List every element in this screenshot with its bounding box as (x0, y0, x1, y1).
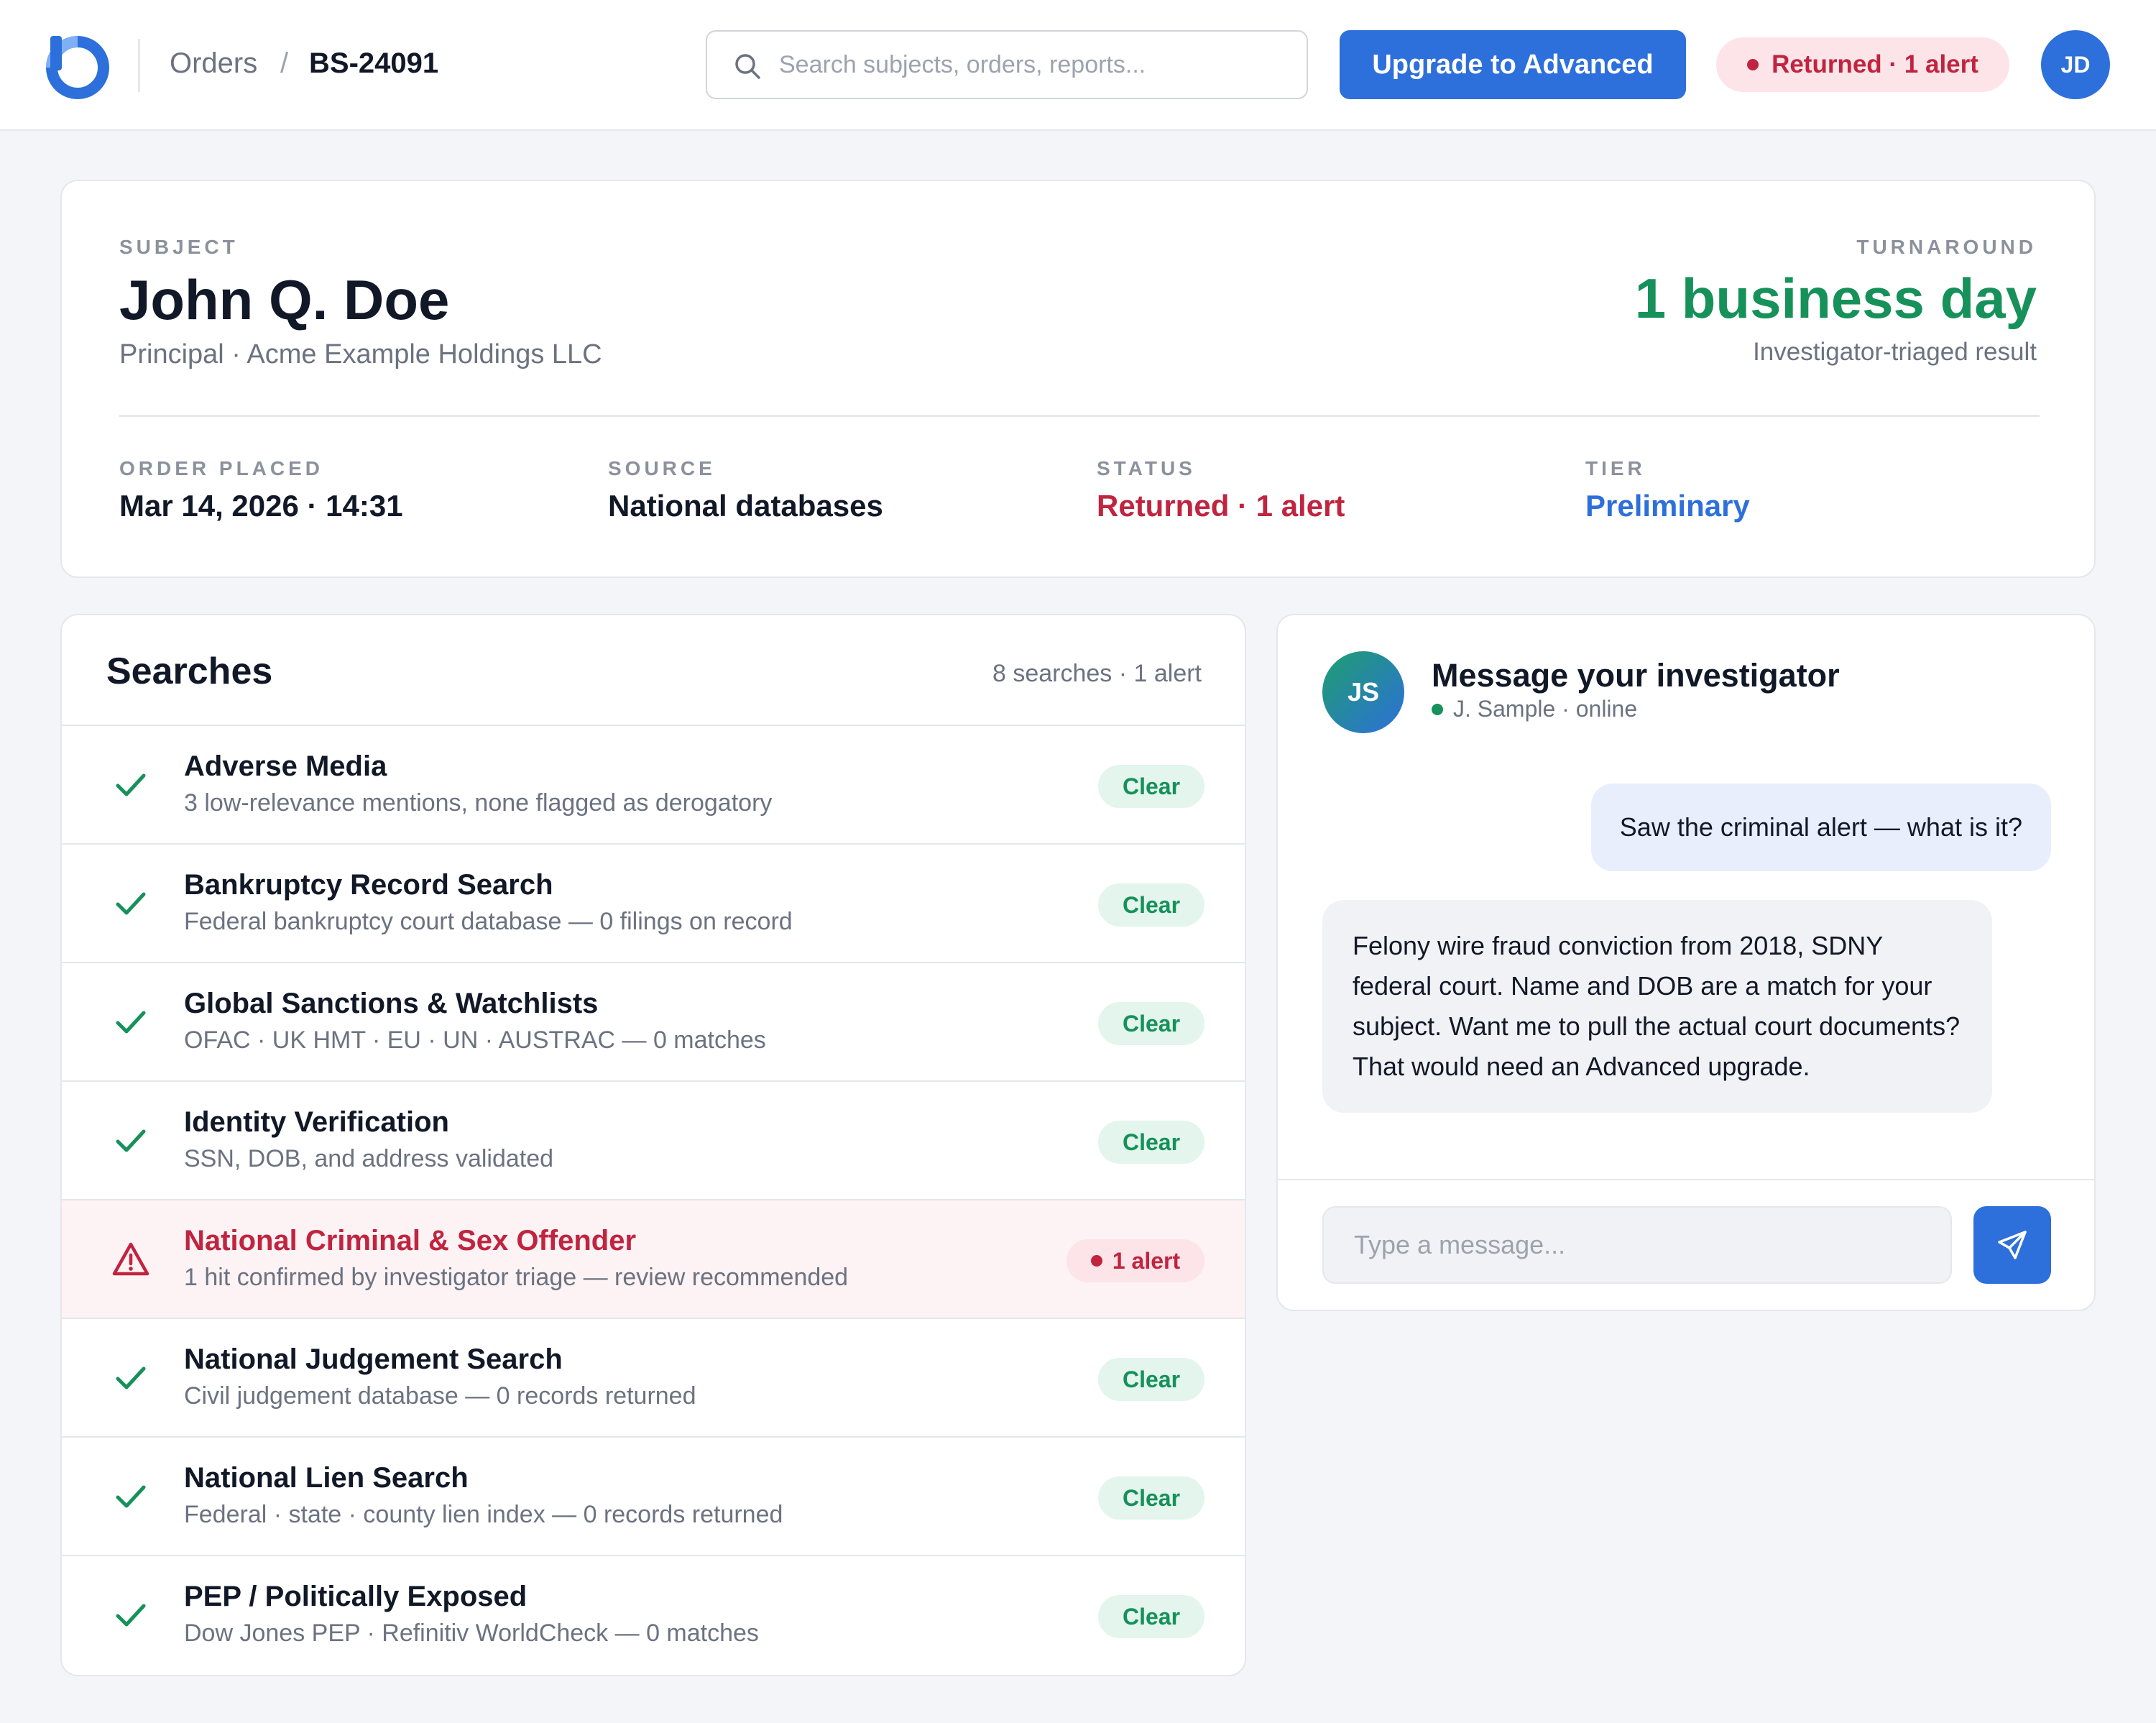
send-icon (1998, 1231, 2027, 1259)
search-row-detail: Dow Jones PEP · Refinitiv WorldCheck — 0… (184, 1619, 759, 1647)
composer-divider (1278, 1179, 2094, 1180)
search-row-detail: Federal bankruptcy court database — 0 fi… (184, 908, 793, 935)
search-row-detail: Federal · state · county lien index — 0 … (184, 1501, 783, 1528)
search-row-detail: 1 hit confirmed by investigator triage —… (184, 1264, 849, 1291)
summary-divider (119, 415, 2040, 417)
investigator-presence: J. Sample · online (1432, 696, 1637, 722)
alert-dot-icon (1747, 59, 1759, 70)
search-row-sanctions[interactable]: Global Sanctions & Watchlists OFAC · UK … (62, 962, 1245, 1080)
search-row-detail: SSN, DOB, and address validated (184, 1145, 554, 1172)
search-row-title: Identity Verification (184, 1106, 449, 1138)
search-row-title: Global Sanctions & Watchlists (184, 988, 599, 1019)
header-divider (138, 39, 140, 92)
subject-summary-card: SUBJECT John Q. Doe Principal · Acme Exa… (60, 180, 2096, 578)
tier-value[interactable]: Preliminary (1585, 489, 1750, 523)
source-value: National databases (608, 489, 883, 523)
search-row-criminal[interactable]: National Criminal & Sex Offender 1 hit c… (62, 1199, 1245, 1318)
turnaround-eyebrow: TURNAROUND (1856, 236, 2037, 258)
source-label: SOURCE (608, 457, 716, 479)
turnaround-subtext: Investigator-triaged result (1753, 338, 2037, 366)
user-message-bubble: Saw the criminal alert — what is it? (1590, 784, 2051, 871)
send-button[interactable] (1973, 1206, 2051, 1284)
checkmark-icon (116, 1129, 146, 1152)
search-row-detail: 3 low-relevance mentions, none flagged a… (184, 789, 773, 817)
status-badge: Clear (1098, 1476, 1204, 1520)
search-row-detail: OFAC · UK HMT · EU · UN · AUSTRAC — 0 ma… (184, 1026, 766, 1054)
investigator-chat-card: JS Message your investigator J. Sample ·… (1276, 614, 2096, 1311)
subject-eyebrow: SUBJECT (119, 236, 239, 258)
search-row-bankruptcy[interactable]: Bankruptcy Record Search Federal bankrup… (62, 843, 1245, 962)
top-bar: Orders / BS-24091 Upgrade to Advanced Re… (0, 0, 2156, 131)
status-value: Returned · 1 alert (1097, 489, 1345, 523)
status-badge: Clear (1098, 1595, 1204, 1638)
search-row-title: National Judgement Search (184, 1343, 563, 1375)
search-row-adverse-media[interactable]: Adverse Media 3 low-relevance mentions, … (62, 725, 1245, 843)
checkmark-icon (116, 892, 146, 915)
search-row-title: Bankruptcy Record Search (184, 869, 553, 901)
user-avatar[interactable]: JD (2041, 30, 2110, 99)
checkmark-icon (116, 773, 146, 796)
app-logo[interactable] (46, 36, 109, 99)
order-status-badge[interactable]: Returned · 1 alert (1716, 37, 2009, 92)
status-label: STATUS (1097, 457, 1196, 479)
checkmark-icon (116, 1366, 146, 1389)
subject-name: John Q. Doe (119, 268, 450, 331)
investigator-avatar: JS (1322, 651, 1404, 733)
status-badge: Clear (1098, 1358, 1204, 1401)
order-placed-value: Mar 14, 2026 · 14:31 (119, 489, 403, 523)
warning-triangle-icon (112, 1242, 149, 1276)
search-row-identity[interactable]: Identity Verification SSN, DOB, and addr… (62, 1080, 1245, 1199)
search-row-title: National Criminal & Sex Offender (184, 1225, 637, 1256)
search-icon (735, 54, 760, 79)
checkmark-icon (116, 1604, 146, 1627)
searches-card: Searches 8 searches · 1 alert Adverse Me… (60, 614, 1246, 1676)
breadcrumb-order-id: BS-24091 (309, 47, 439, 79)
search-row-judgement[interactable]: National Judgement Search Civil judgemen… (62, 1318, 1245, 1436)
search-row-title: National Lien Search (184, 1462, 469, 1494)
search-row-pep[interactable]: PEP / Politically Exposed Dow Jones PEP … (62, 1555, 1245, 1673)
order-status-label: Returned · 1 alert (1772, 50, 1978, 78)
upgrade-to-advanced-button[interactable]: Upgrade to Advanced (1340, 30, 1686, 99)
search-row-lien[interactable]: National Lien Search Federal · state · c… (62, 1436, 1245, 1555)
status-badge: Clear (1098, 1121, 1204, 1164)
search-row-detail: Civil judgement database — 0 records ret… (184, 1382, 696, 1410)
status-badge: Clear (1098, 1002, 1204, 1045)
turnaround-value: 1 business day (1634, 267, 2037, 330)
online-dot-icon (1432, 703, 1443, 715)
status-badge: Clear (1098, 883, 1204, 927)
presence-label: J. Sample · online (1453, 696, 1638, 722)
checkmark-icon (116, 1485, 146, 1508)
searches-summary: 8 searches · 1 alert (992, 660, 1202, 687)
alert-badge: 1 alert (1067, 1239, 1204, 1282)
search-input[interactable] (779, 32, 1282, 98)
alert-dot-icon (1090, 1255, 1102, 1267)
global-search[interactable] (706, 30, 1308, 99)
tier-label: TIER (1585, 457, 1646, 479)
alert-badge-label: 1 alert (1112, 1247, 1181, 1274)
message-input[interactable] (1322, 1206, 1952, 1284)
status-badge: Clear (1098, 765, 1204, 808)
search-row-title: PEP / Politically Exposed (184, 1581, 528, 1612)
order-placed-label: ORDER PLACED (119, 457, 324, 479)
checkmark-icon (116, 1011, 146, 1034)
search-row-title: Adverse Media (184, 750, 387, 782)
searches-title: Searches (106, 651, 273, 692)
breadcrumb-separator: / (280, 47, 289, 79)
investigator-message-bubble: Felony wire fraud conviction from 2018, … (1322, 900, 1992, 1113)
breadcrumb-orders-link[interactable]: Orders (170, 47, 257, 80)
subject-role: Principal · Acme Example Holdings LLC (119, 339, 602, 369)
chat-title: Message your investigator (1432, 657, 1840, 694)
